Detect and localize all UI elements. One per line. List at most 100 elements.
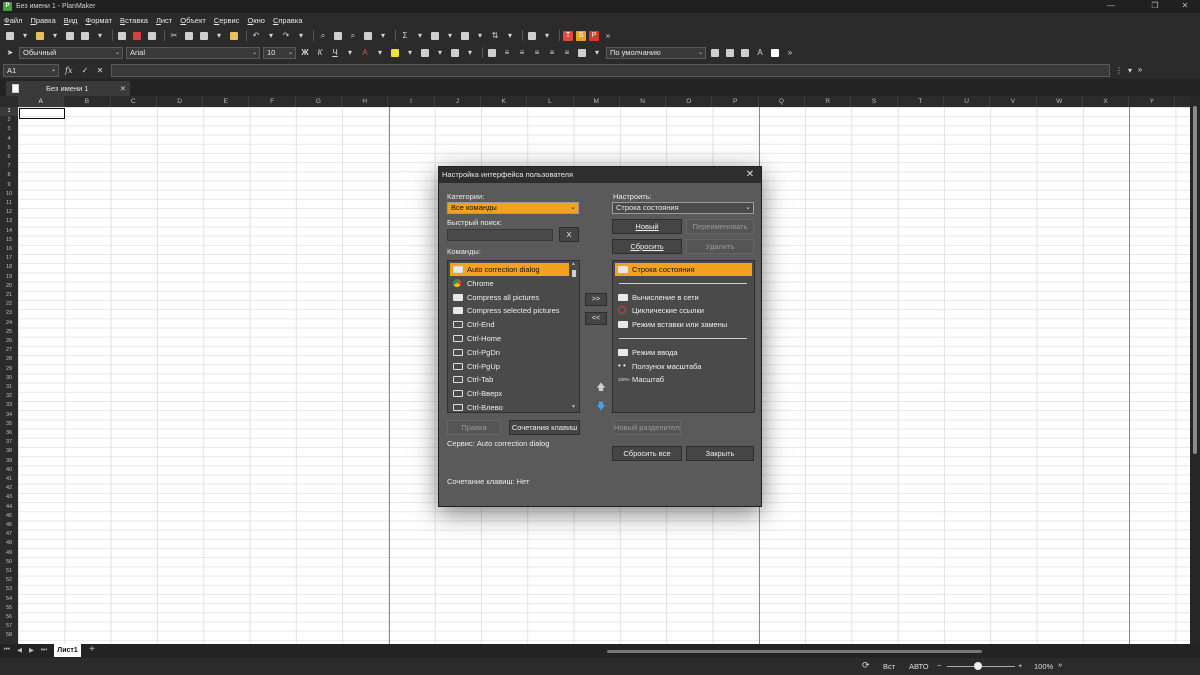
- menu-item[interactable]: Правка: [30, 16, 55, 25]
- command-item[interactable]: Compress selected pictures: [450, 304, 569, 317]
- command-item[interactable]: Chrome: [450, 277, 569, 290]
- menu-item[interactable]: Окно: [248, 16, 265, 25]
- row-header[interactable]: 54: [0, 595, 18, 604]
- configured-item[interactable]: 100% Масштаб: [615, 373, 752, 386]
- wrap-text-icon[interactable]: [486, 47, 498, 59]
- row-header[interactable]: 53: [0, 585, 18, 594]
- align-left-icon[interactable]: ≡: [501, 47, 513, 59]
- print-icon[interactable]: [116, 30, 128, 42]
- save-dropdown-icon[interactable]: ▾: [94, 30, 106, 42]
- command-item[interactable]: Compress all pictures: [450, 291, 569, 304]
- commands-scrollbar[interactable]: ▲ ▼: [570, 261, 579, 412]
- paste-icon[interactable]: [198, 30, 210, 42]
- cancel-icon[interactable]: ✕: [94, 64, 106, 76]
- row-header[interactable]: 2: [0, 116, 18, 125]
- vertical-align-select[interactable]: По умолчанию ⌄: [606, 46, 706, 59]
- row-header[interactable]: 55: [0, 604, 18, 613]
- table-icon[interactable]: [332, 30, 344, 42]
- delete-button[interactable]: Удалить: [686, 239, 754, 254]
- row-header[interactable]: 39: [0, 457, 18, 466]
- freeze-icon[interactable]: [362, 30, 374, 42]
- command-item[interactable]: Auto correction dialog: [450, 263, 569, 276]
- row-header[interactable]: 40: [0, 466, 18, 475]
- edit-button[interactable]: Правка: [447, 420, 501, 435]
- column-header[interactable]: U: [944, 96, 991, 107]
- separator-item[interactable]: [619, 282, 747, 284]
- new-button[interactable]: Новый: [612, 219, 682, 234]
- scroll-thumb[interactable]: [572, 270, 576, 277]
- underline-button[interactable]: Ч: [329, 47, 341, 59]
- row-header[interactable]: 35: [0, 420, 18, 429]
- row-header[interactable]: 34: [0, 411, 18, 420]
- find-icon[interactable]: ⌕: [317, 30, 329, 42]
- font-size-select[interactable]: 10 ⌄: [263, 46, 296, 59]
- number-format-icon[interactable]: [576, 47, 588, 59]
- shortcuts-button[interactable]: Сочетания клавиш: [509, 420, 580, 435]
- column-header[interactable]: L: [527, 96, 574, 107]
- separator-item[interactable]: [619, 338, 747, 339]
- command-item[interactable]: Ctrl-PgUp: [450, 360, 569, 373]
- italic-button[interactable]: К: [314, 47, 326, 59]
- column-header[interactable]: K: [481, 96, 528, 107]
- row-header[interactable]: 29: [0, 365, 18, 374]
- select-pointer-icon[interactable]: ➤: [4, 47, 16, 59]
- row-header[interactable]: 57: [0, 622, 18, 631]
- row-header[interactable]: 19: [0, 273, 18, 282]
- category-select[interactable]: Все команды ⌄: [447, 202, 579, 214]
- redo-dropdown-icon[interactable]: ▾: [295, 30, 307, 42]
- row-header[interactable]: 41: [0, 475, 18, 484]
- row-header[interactable]: 24: [0, 319, 18, 328]
- sort-dropdown-icon[interactable]: ▾: [504, 30, 516, 42]
- white-fill-icon[interactable]: [769, 47, 781, 59]
- zoom-icon[interactable]: ⌕: [347, 30, 359, 42]
- bold-button[interactable]: Ж: [299, 47, 311, 59]
- menu-item[interactable]: Вид: [64, 16, 78, 25]
- highlight-dropdown-icon[interactable]: ▾: [404, 47, 416, 59]
- row-header[interactable]: 21: [0, 291, 18, 300]
- row-header[interactable]: 50: [0, 558, 18, 567]
- configured-item[interactable]: Вычисление в сети: [615, 291, 752, 304]
- toolbar-overflow-icon[interactable]: »: [1134, 63, 1146, 75]
- align-right-icon[interactable]: ≡: [531, 47, 543, 59]
- command-item[interactable]: Ctrl-End: [450, 318, 569, 331]
- move-down-icon[interactable]: 🡇: [594, 400, 608, 413]
- command-item[interactable]: Ctrl-Вверх: [450, 387, 569, 400]
- configured-item[interactable]: Ползунок масштаба: [615, 359, 752, 373]
- presentations-icon[interactable]: P: [589, 30, 599, 41]
- row-header[interactable]: 25: [0, 328, 18, 337]
- column-header[interactable]: C: [111, 96, 157, 107]
- row-header[interactable]: 8: [0, 171, 18, 180]
- row-header[interactable]: 16: [0, 245, 18, 254]
- merge-cells-icon[interactable]: ≡: [561, 47, 573, 59]
- last-sheet-icon[interactable]: ⏭: [41, 646, 47, 654]
- new-dropdown-icon[interactable]: ▾: [19, 30, 31, 42]
- column-header[interactable]: Y: [1129, 96, 1176, 107]
- row-header[interactable]: 14: [0, 227, 18, 236]
- row-header[interactable]: 9: [0, 181, 18, 190]
- row-header[interactable]: 26: [0, 337, 18, 346]
- first-sheet-icon[interactable]: ⏮: [4, 646, 10, 654]
- row-header[interactable]: 58: [0, 631, 18, 640]
- configured-item[interactable]: Режим ввода: [615, 346, 752, 359]
- chart-dropdown-icon[interactable]: ▾: [474, 30, 486, 42]
- textmaker-icon[interactable]: T: [563, 30, 573, 41]
- row-header[interactable]: 6: [0, 153, 18, 162]
- document-tab[interactable]: Без имени 1 ✕: [6, 81, 130, 96]
- configured-item[interactable]: Режим вставки или замены: [615, 318, 752, 331]
- camera-dropdown-icon[interactable]: ▾: [541, 30, 553, 42]
- row-header[interactable]: 51: [0, 567, 18, 576]
- column-header[interactable]: R: [805, 96, 852, 107]
- add-command-button[interactable]: >>: [585, 293, 607, 306]
- configure-select[interactable]: Строка состояния ⌄: [612, 202, 754, 214]
- column-header[interactable]: V: [990, 96, 1037, 107]
- menu-item[interactable]: Справка: [273, 16, 302, 25]
- toolbar-overflow-icon[interactable]: »: [1058, 660, 1062, 669]
- menu-item[interactable]: Вставка: [120, 16, 148, 25]
- font-color-icon[interactable]: A: [359, 47, 371, 59]
- column-header[interactable]: M: [574, 96, 620, 107]
- column-header[interactable]: Q: [759, 96, 806, 107]
- open-folder-icon[interactable]: [34, 30, 46, 42]
- zoom-level[interactable]: 100%: [1034, 662, 1053, 671]
- justify-icon[interactable]: ≡: [546, 47, 558, 59]
- column-header[interactable]: H: [342, 96, 389, 107]
